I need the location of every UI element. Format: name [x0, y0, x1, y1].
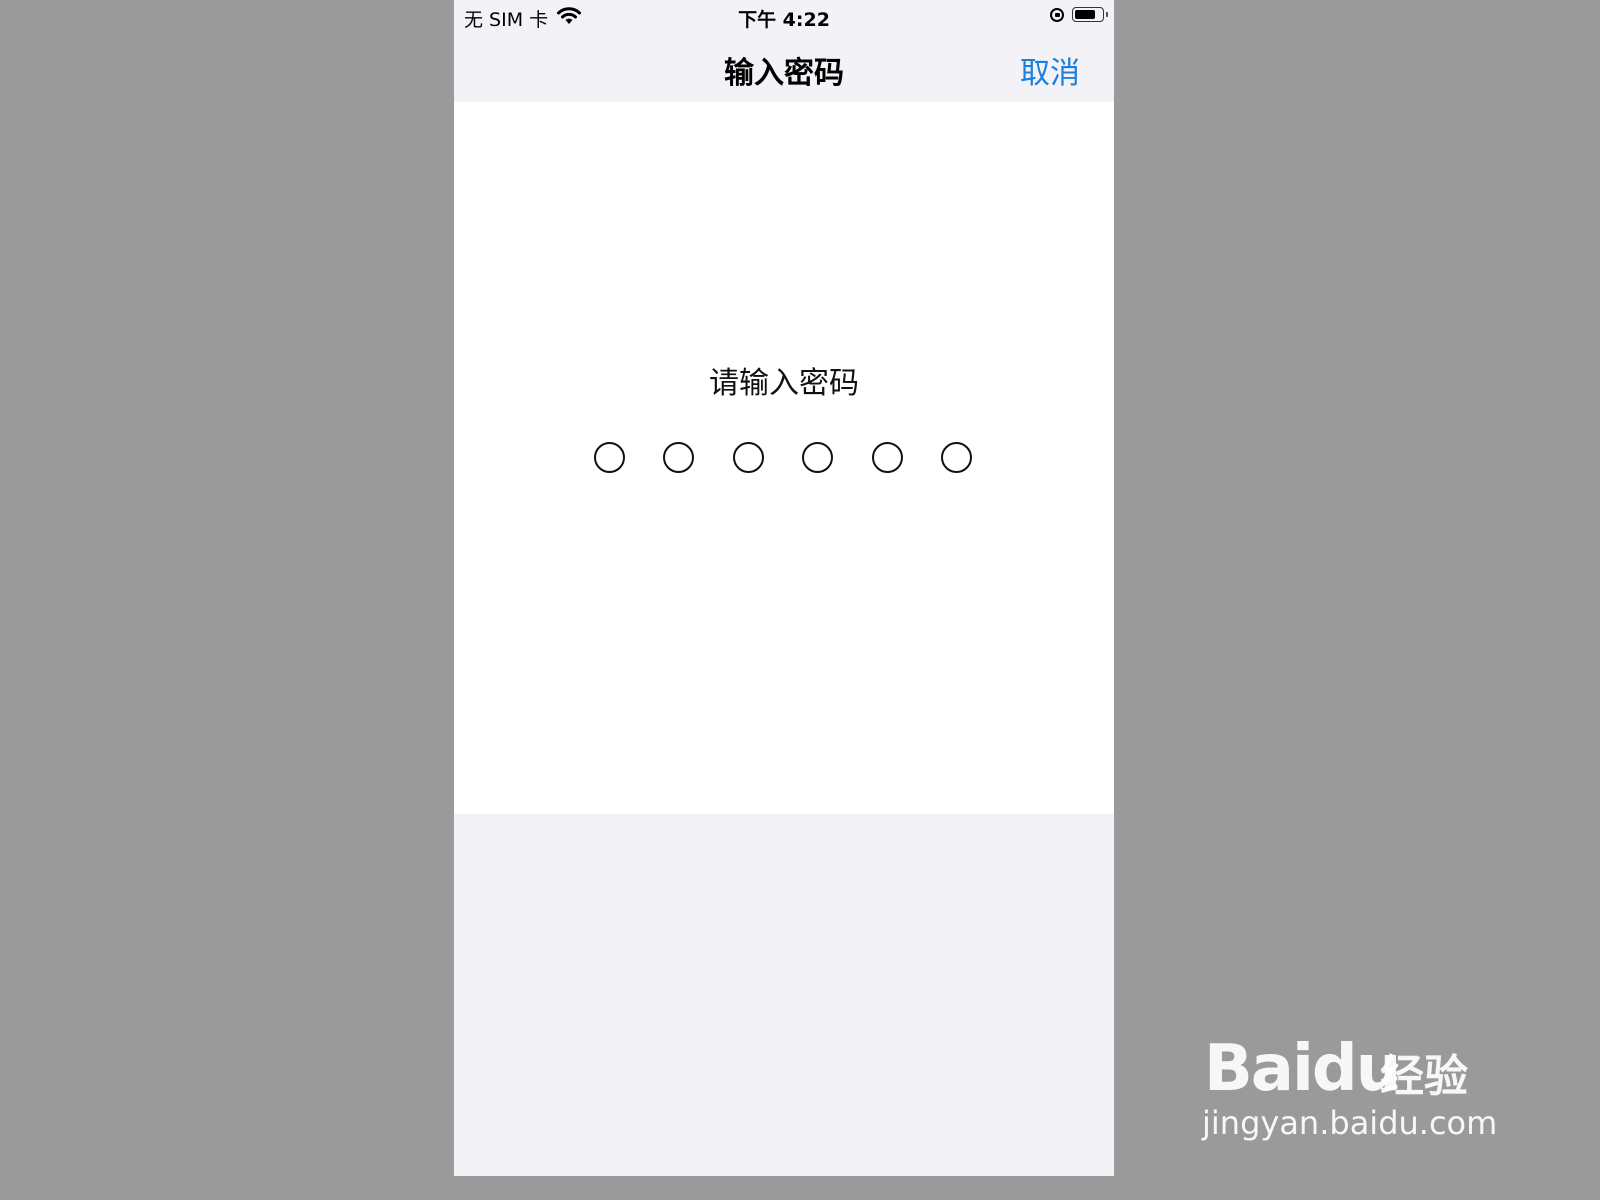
- page-title: 输入密码: [724, 56, 844, 91]
- status-right: [1050, 7, 1108, 22]
- rotation-lock-icon: [1050, 7, 1064, 22]
- passcode-input[interactable]: [594, 442, 974, 476]
- screenshot-stage: 无 SIM 卡 下午 4:22 输入密码 取消 请输入密码 Baidu 经验 j…: [0, 0, 1568, 1176]
- watermark-brand: Bai: [1204, 1032, 1314, 1106]
- passcode-dot: [594, 442, 625, 473]
- battery-fill: [1075, 10, 1095, 19]
- baidu-jingyan-watermark: Baidu 经验 jingyan.baidu.com: [1200, 1010, 1500, 1150]
- phone-screen: 无 SIM 卡 下午 4:22 输入密码 取消 请输入密码: [454, 0, 1114, 1176]
- watermark-jingyan: 经验: [1380, 1051, 1468, 1102]
- navigation-bar: 输入密码 取消: [454, 34, 1114, 102]
- cancel-button[interactable]: 取消: [1020, 48, 1080, 92]
- passcode-dot: [872, 442, 903, 473]
- passcode-panel: 请输入密码: [454, 102, 1114, 814]
- passcode-prompt: 请输入密码: [709, 366, 859, 401]
- passcode-dot: [941, 442, 972, 473]
- watermark-url: jingyan.baidu.com: [1202, 1104, 1498, 1142]
- passcode-dot: [663, 442, 694, 473]
- watermark-logo: Baidu: [1204, 1032, 1401, 1106]
- battery-tip: [1106, 12, 1108, 17]
- status-bar: 无 SIM 卡 下午 4:22: [454, 0, 1114, 34]
- passcode-dot: [802, 442, 833, 473]
- battery-icon: [1072, 7, 1108, 22]
- passcode-dot: [733, 442, 764, 473]
- status-time: 下午 4:22: [738, 9, 830, 31]
